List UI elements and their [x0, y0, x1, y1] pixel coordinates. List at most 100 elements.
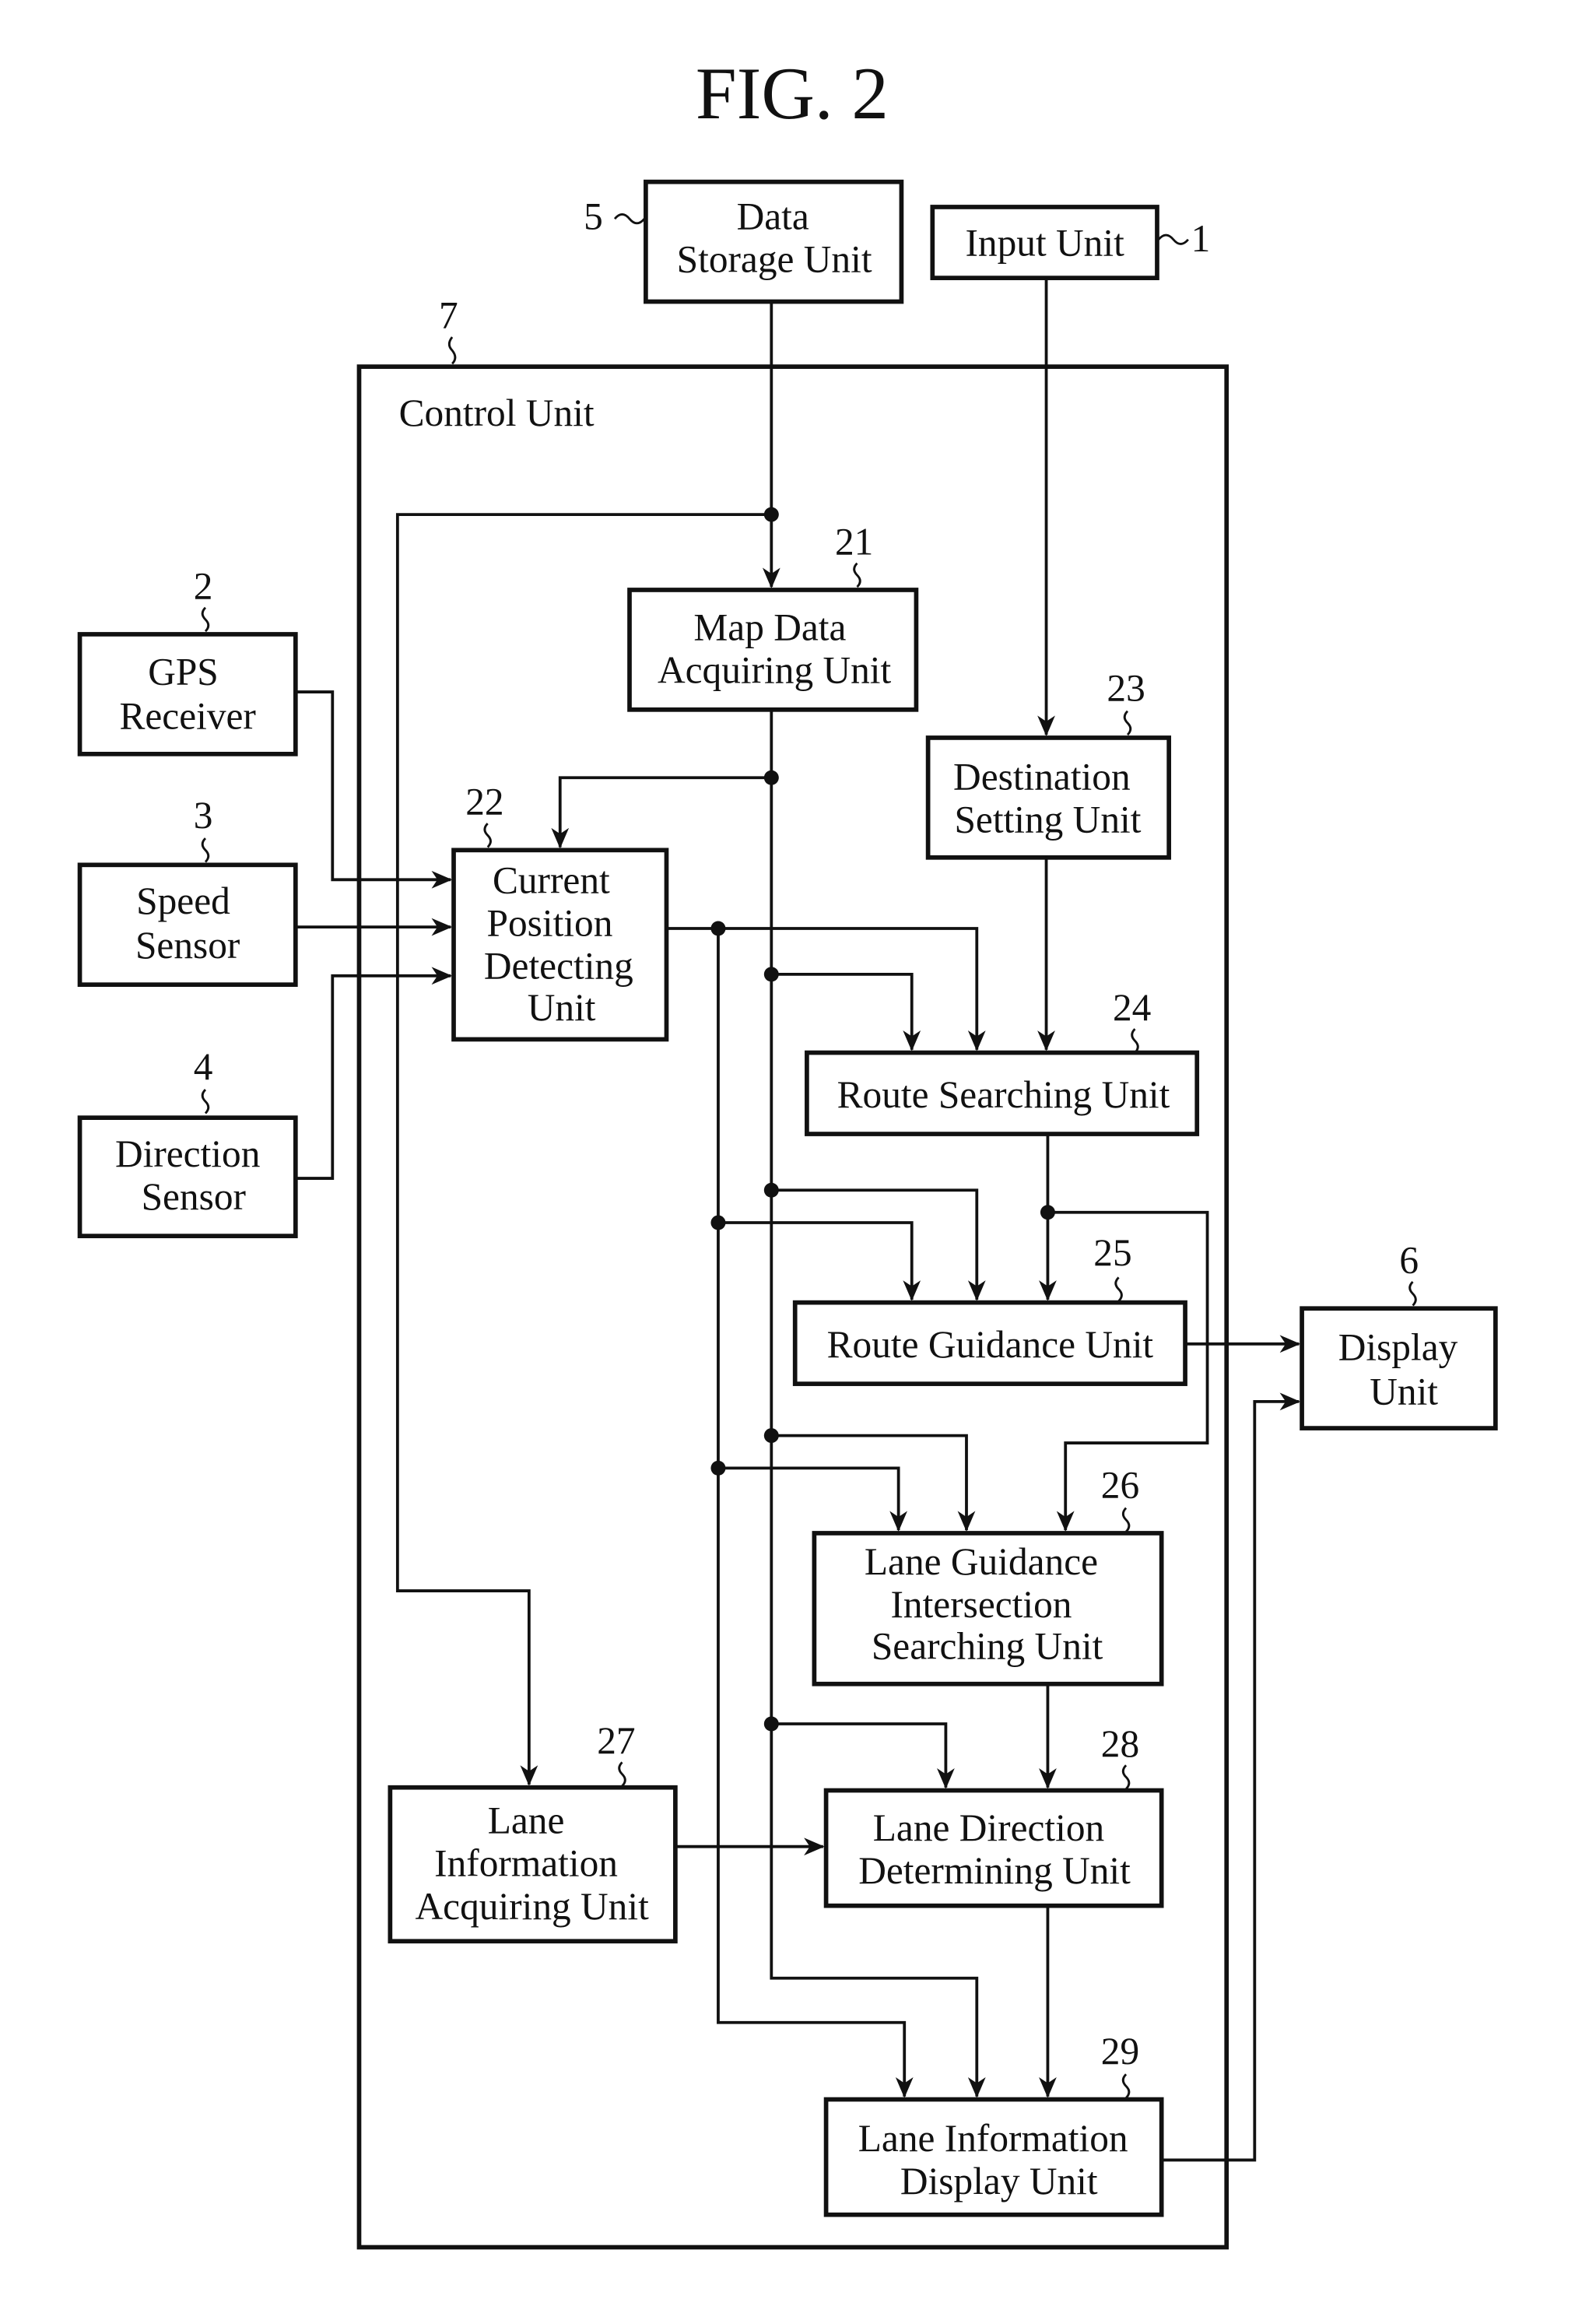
ref-number: 26 [1101, 1463, 1139, 1506]
block-label: Intersection [890, 1583, 1072, 1626]
ref-leader [613, 213, 646, 225]
junction-dot [763, 1428, 779, 1444]
wire-lane-display-to-display [1161, 1392, 1301, 2162]
ref-number: 2 [194, 564, 213, 607]
ref-leader [201, 606, 210, 633]
block-speed-sensor: Speed Sensor 3 [77, 794, 298, 988]
junction-dot [763, 770, 779, 785]
block-label: Lane Guidance [865, 1540, 1098, 1583]
control-unit-ref: 7 [439, 294, 458, 337]
block-label: Data [737, 195, 809, 237]
ref-leader [1408, 1281, 1417, 1307]
block-label: Direction [115, 1132, 260, 1175]
block-label: Sensor [142, 1175, 247, 1218]
ref-number: 25 [1093, 1231, 1131, 1274]
block-label: Searching Unit [872, 1624, 1103, 1667]
ref-leader [1131, 1028, 1139, 1054]
block-route-guidance-unit: Route Guidance Unit 25 [792, 1231, 1187, 1386]
ref-leader [853, 562, 861, 588]
block-label: Acquiring Unit [416, 1885, 650, 1928]
block-label: Receiver [119, 695, 256, 738]
block-input-unit: Input Unit 1 [930, 205, 1211, 280]
block-label: Route Searching Unit [837, 1073, 1170, 1116]
wire-current-to-route-search [666, 927, 986, 1051]
block-destination-setting-unit: Destination Setting Unit 23 [925, 666, 1172, 860]
block-label: Determining Unit [858, 1849, 1131, 1892]
wire-current-to-route-guidance [717, 1221, 921, 1301]
block-lane-direction-determining-unit: Lane Direction Determining Unit 28 [823, 1722, 1164, 1908]
wire-map-to-lane-guidance [771, 1434, 976, 1532]
junction-dot [763, 1182, 779, 1198]
block-lane-information-acquiring-unit: Lane Information Acquiring Unit 27 [388, 1719, 678, 1944]
block-lane-guidance-intersection-searching-unit: Lane Guidance Intersection Searching Uni… [812, 1463, 1164, 1687]
ref-leader [1157, 233, 1189, 245]
ref-leader [1123, 710, 1132, 736]
block-direction-sensor: Direction Sensor 4 [77, 1045, 298, 1238]
ref-number: 29 [1101, 2030, 1139, 2073]
block-label: Lane Direction [873, 1806, 1104, 1849]
junction-dot [710, 921, 726, 936]
block-label: Map Data [693, 606, 846, 649]
ref-leader [483, 823, 492, 848]
block-label: Current [493, 858, 610, 901]
block-diagram: FIG. 2 7 Control Unit Data Storage Unit … [77, 52, 1498, 2250]
block-label: Lane [488, 1799, 565, 1842]
ref-number: 6 [1399, 1239, 1419, 1282]
junction-dot [710, 1460, 726, 1476]
ref-number: 21 [835, 520, 873, 563]
junction-dot [763, 967, 779, 982]
wire-map-to-current [551, 776, 772, 849]
block-label: Route Guidance Unit [827, 1323, 1154, 1366]
block-lane-information-display-unit: Lane Information Display Unit 29 [823, 2030, 1164, 2217]
block-label: Position [487, 901, 613, 944]
block-label: Storage Unit [677, 238, 872, 281]
ref-leader [1121, 1507, 1131, 1533]
block-label: Information [434, 1842, 618, 1885]
ref-leader [1121, 1764, 1131, 1790]
ref-number: 24 [1113, 986, 1151, 1029]
ref-leader [1114, 1276, 1123, 1302]
block-label: Speed [136, 879, 230, 922]
junction-dot [763, 1716, 779, 1732]
wire-current-to-lane-guidance [717, 1466, 908, 1532]
wire-map-to-route-search [771, 972, 921, 1051]
junction-dot [710, 1215, 726, 1230]
block-label: Display Unit [900, 2160, 1098, 2202]
ref-leader [1121, 2073, 1131, 2099]
ref-number: 1 [1191, 217, 1211, 260]
ref-number: 5 [584, 195, 603, 237]
ref-leader [618, 1761, 626, 1787]
ref-number: 3 [194, 794, 213, 837]
block-label: Unit [528, 986, 596, 1029]
control-unit-label: Control Unit [399, 391, 595, 434]
block-label: Display [1338, 1326, 1458, 1369]
block-label: Acquiring Unit [658, 649, 892, 692]
block-label: GPS [148, 651, 219, 693]
block-gps-receiver: GPS Receiver 2 [77, 564, 298, 756]
ref-number: 27 [597, 1719, 635, 1762]
block-display-unit: Display Unit 6 [1300, 1239, 1498, 1430]
block-data-storage-unit: Data Storage Unit 5 [584, 179, 904, 304]
ref-leader [201, 837, 210, 863]
ref-leader-7 [447, 336, 457, 365]
block-label: Lane Information [858, 2117, 1128, 2160]
block-route-searching-unit: Route Searching Unit 24 [805, 986, 1200, 1136]
ref-number: 28 [1101, 1722, 1139, 1765]
block-label: Setting Unit [954, 799, 1141, 841]
block-label: Destination [953, 755, 1131, 798]
figure-title: FIG. 2 [696, 52, 889, 135]
block-label: Input Unit [965, 222, 1124, 265]
block-label: Detecting [484, 945, 633, 988]
block-label: Unit [1370, 1371, 1438, 1413]
wire-map-to-lane-direction [771, 1722, 955, 1789]
junction-dot [1040, 1205, 1055, 1220]
wire-direction-to-current [295, 967, 453, 1180]
ref-number: 4 [194, 1045, 213, 1088]
wire-gps-to-current [295, 690, 453, 889]
ref-number: 23 [1107, 666, 1145, 709]
ref-leader [201, 1089, 210, 1114]
wire-map-to-route-guidance [771, 1188, 986, 1301]
junction-dot [763, 507, 779, 522]
ref-number: 22 [465, 781, 503, 823]
block-label: Sensor [135, 924, 240, 967]
